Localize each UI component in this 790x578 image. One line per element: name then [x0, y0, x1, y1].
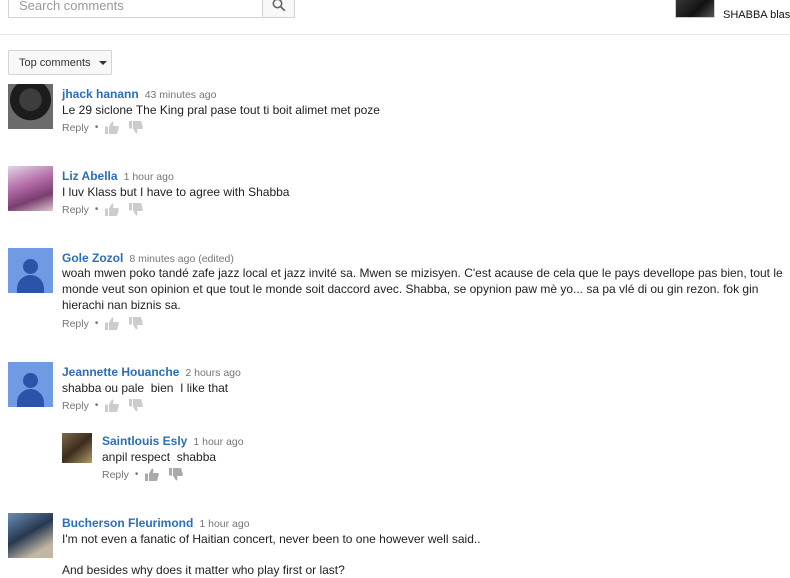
- reply-button[interactable]: Reply: [62, 122, 89, 134]
- comment-text: I'm not even a fanatic of Haitian concer…: [62, 532, 481, 546]
- thumbs-down-icon[interactable]: [129, 203, 144, 216]
- search-button[interactable]: [262, 0, 295, 18]
- separator: •: [134, 469, 139, 480]
- search-input[interactable]: [9, 0, 262, 17]
- chevron-down-icon: [98, 60, 107, 65]
- comment-time[interactable]: 2 hours ago: [185, 367, 240, 379]
- thumbs-down-icon[interactable]: [129, 121, 144, 134]
- comment-author[interactable]: jhack hanann: [62, 87, 139, 101]
- thumbs-up-icon[interactable]: [105, 317, 120, 330]
- comment-time[interactable]: 1 hour ago: [193, 436, 243, 448]
- comment-author[interactable]: Jeannette Houanche: [62, 365, 179, 379]
- separator: •: [94, 318, 99, 329]
- sort-label: Top comments: [19, 56, 91, 69]
- channel-thumbnail[interactable]: [675, 0, 715, 18]
- separator: •: [94, 122, 99, 133]
- comment-time[interactable]: 1 hour ago: [199, 518, 249, 530]
- thumbs-down-icon[interactable]: [129, 317, 144, 330]
- avatar[interactable]: [8, 362, 53, 407]
- comment-time[interactable]: 1 hour ago: [124, 171, 174, 183]
- comment-text: woah mwen poko tandé zafe jazz local et …: [62, 266, 783, 312]
- comment-text: shabba ou pale bien I like that: [62, 381, 229, 395]
- search-icon: [272, 0, 285, 12]
- thumbs-up-icon[interactable]: [105, 399, 120, 412]
- reply-button[interactable]: Reply: [62, 400, 89, 412]
- thumbs-up-icon[interactable]: [145, 468, 160, 481]
- comment-time[interactable]: 8 minutes ago (edited): [129, 253, 233, 265]
- comment-text: anpil respect shabba: [102, 450, 217, 464]
- divider: [0, 34, 790, 35]
- avatar[interactable]: [8, 513, 53, 558]
- comment-text-continued: And besides why does it matter who play …: [62, 563, 345, 577]
- avatar[interactable]: [8, 84, 53, 129]
- comment-text: Le 29 siclone The King pral pase tout ti…: [62, 103, 380, 117]
- reply-button[interactable]: Reply: [62, 318, 89, 330]
- search-box[interactable]: [8, 0, 262, 18]
- separator: •: [94, 204, 99, 215]
- reply-button[interactable]: Reply: [62, 204, 89, 216]
- avatar[interactable]: [8, 166, 53, 211]
- separator: •: [94, 400, 99, 411]
- comment-time[interactable]: 43 minutes ago: [145, 89, 217, 101]
- comment-author[interactable]: Saintlouis Esly: [102, 434, 187, 448]
- thumbs-down-icon[interactable]: [129, 399, 144, 412]
- comment-text: I luv Klass but I have to agree with Sha…: [62, 185, 290, 199]
- thumbs-down-icon[interactable]: [169, 468, 184, 481]
- avatar[interactable]: [62, 433, 92, 463]
- reply-button[interactable]: Reply: [102, 469, 129, 481]
- comment-author[interactable]: Liz Abella: [62, 169, 118, 183]
- avatar[interactable]: [8, 248, 53, 293]
- comment-author[interactable]: Bucherson Fleurimond: [62, 516, 193, 530]
- thumbs-up-icon[interactable]: [105, 203, 120, 216]
- comment-author[interactable]: Gole Zozol: [62, 251, 123, 265]
- sort-dropdown[interactable]: Top comments: [8, 50, 112, 75]
- channel-name[interactable]: SHABBA blast: [723, 9, 790, 21]
- thumbs-up-icon[interactable]: [105, 121, 120, 134]
